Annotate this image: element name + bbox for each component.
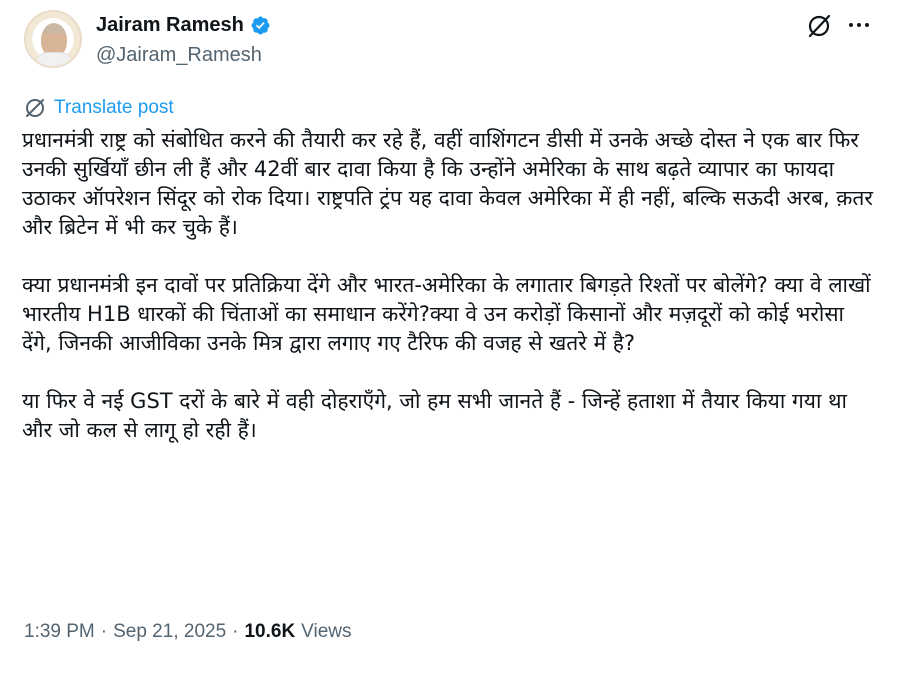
- author-handle[interactable]: @Jairam_Ramesh: [96, 44, 262, 67]
- avatar[interactable]: [24, 10, 82, 68]
- meta-separator-2: ·: [232, 621, 239, 642]
- author-name-row: Jairam Ramesh: [96, 12, 271, 38]
- post-time[interactable]: 1:39 PM: [24, 621, 95, 643]
- post-paragraph-1: प्रधानमंत्री राष्ट्र को संबोधित करने की …: [22, 128, 873, 239]
- translate-post-link[interactable]: Translate post: [24, 97, 174, 119]
- translate-post-label: Translate post: [54, 97, 174, 118]
- verified-badge-icon[interactable]: [250, 15, 271, 36]
- globe-translate-icon: [26, 99, 44, 117]
- post-paragraph-3: या फिर वे नई GST दरों के बारे में वही दो…: [22, 389, 847, 442]
- post-text: प्रधानमंत्री राष्ट्र को संबोधित करने की …: [22, 126, 874, 445]
- author-display-name[interactable]: Jairam Ramesh: [96, 14, 244, 37]
- tweet-card: Jairam Ramesh @Jairam_Ramesh Translate p…: [0, 0, 897, 685]
- avatar-shirt: [36, 52, 72, 66]
- post-date[interactable]: Sep 21, 2025: [113, 621, 226, 643]
- meta-separator-1: ·: [100, 621, 108, 642]
- views-count: 10.6K: [244, 621, 296, 642]
- views-label: Views: [301, 621, 352, 642]
- grok-slash-circle-icon[interactable]: [806, 13, 832, 39]
- post-paragraph-2: क्या प्रधानमंत्री इन दावों पर प्रतिक्रिय…: [22, 273, 871, 355]
- more-dots-icon[interactable]: [846, 14, 872, 36]
- post-meta: 1:39 PM · Sep 21, 2025 · 10.6K Views: [24, 621, 352, 643]
